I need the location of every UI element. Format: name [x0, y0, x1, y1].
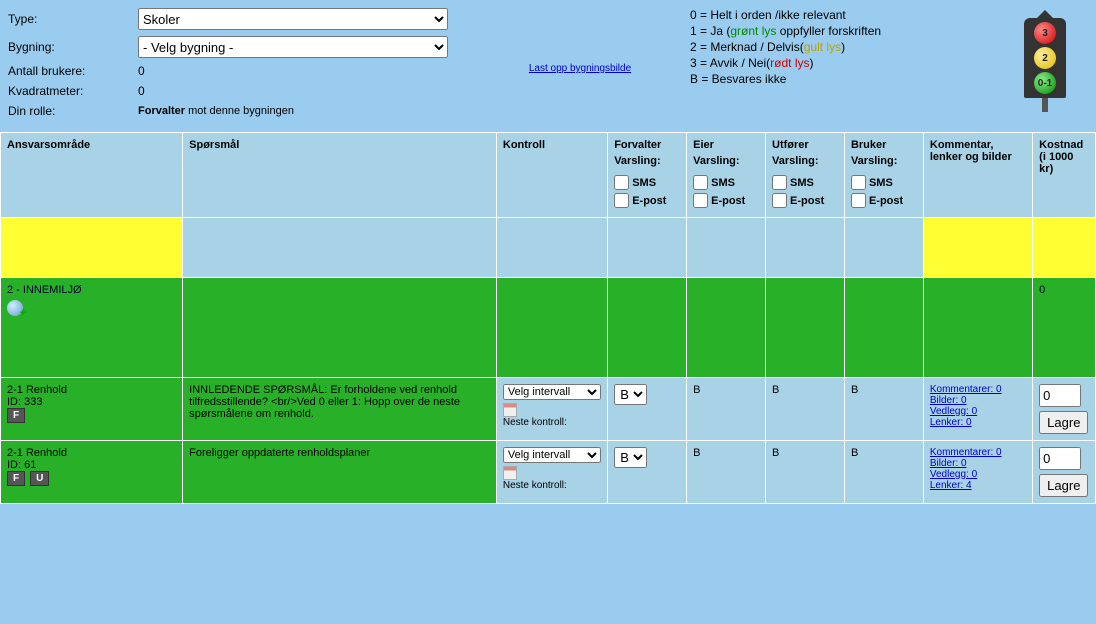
table-row: 2-1 Renhold ID: 333 F INNLEDENDE SPØRSMÅ… — [1, 378, 1096, 441]
row-question: Foreligger oppdaterte renholdsplaner — [183, 441, 497, 504]
bilder-link[interactable]: Bilder: 0 — [930, 395, 1026, 406]
calendar-icon[interactable] — [503, 466, 517, 480]
kvm-value: 0 — [138, 84, 145, 98]
save-button[interactable]: Lagre — [1039, 474, 1088, 497]
cost-input[interactable] — [1039, 447, 1081, 470]
utforer-epost-checkbox[interactable] — [772, 193, 787, 208]
header-kontroll: Kontroll — [496, 133, 607, 218]
forvalter-epost-checkbox[interactable] — [614, 193, 629, 208]
eier-epost-checkbox[interactable] — [693, 193, 708, 208]
section-cost: 0 — [1033, 278, 1096, 378]
header-kommentar: Kommentar, lenker og bilder — [923, 133, 1032, 218]
header-ansvar: Ansvarsområde — [1, 133, 183, 218]
rolle-value: Forvalter mot denne bygningen — [138, 105, 294, 117]
calendar-icon[interactable] — [503, 403, 517, 417]
antall-value: 0 — [138, 64, 145, 78]
badge-u: U — [30, 471, 49, 486]
bruker-value: B — [851, 384, 858, 396]
header-utforer: Utfører Varsling: SMS E-post — [766, 133, 845, 218]
eier-value: B — [693, 384, 700, 396]
main-table: Ansvarsområde Spørsmål Kontroll Forvalte… — [0, 132, 1096, 504]
row-title: 2-1 Renhold — [7, 384, 176, 396]
badge-f: F — [7, 471, 25, 486]
header-kostnad: Kostnad (i 1000 kr) — [1033, 133, 1096, 218]
bygning-select[interactable]: - Velg bygning - — [138, 36, 448, 58]
antall-label: Antall brukere: — [8, 64, 138, 78]
neste-label: Neste kontroll: — [503, 480, 601, 491]
cost-input[interactable] — [1039, 384, 1081, 407]
neste-label: Neste kontroll: — [503, 417, 601, 428]
row-id: ID: 61 — [7, 459, 176, 471]
badge-f: F — [7, 408, 25, 423]
eier-sms-checkbox[interactable] — [693, 175, 708, 190]
utforer-value: B — [772, 384, 779, 396]
row-question: INNLEDENDE SPØRSMÅL: Er forholdene ved r… — [183, 378, 497, 441]
legend-panel: 0 = Helt i orden /ikke relevant 1 = Ja (… — [680, 0, 1096, 132]
forvalter-answer-select[interactable]: B — [614, 447, 647, 468]
bilder-link[interactable]: Bilder: 0 — [930, 458, 1026, 469]
add-globe-icon[interactable] — [7, 300, 23, 316]
save-button[interactable]: Lagre — [1039, 411, 1088, 434]
forvalter-answer-select[interactable]: B — [614, 384, 647, 405]
header-bruker: Bruker Varsling: SMS E-post — [844, 133, 923, 218]
kvm-label: Kvadratmeter: — [8, 84, 138, 98]
utforer-value: B — [772, 447, 779, 459]
interval-select[interactable]: Velg intervall — [503, 384, 601, 400]
traffic-light-icon: 3 2 0-1 — [1024, 10, 1066, 112]
bruker-value: B — [851, 447, 858, 459]
separator-row — [1, 218, 1096, 278]
header-forvalter: Forvalter Varsling: SMS E-post — [608, 133, 687, 218]
header-eier: Eier Varsling: SMS E-post — [687, 133, 766, 218]
bruker-sms-checkbox[interactable] — [851, 175, 866, 190]
section-row: 2 - INNEMILJØ 0 — [1, 278, 1096, 378]
upload-image-link[interactable]: Last opp bygningsbilde — [529, 63, 631, 74]
lenker-link[interactable]: Lenker: 0 — [930, 417, 1026, 428]
forvalter-sms-checkbox[interactable] — [614, 175, 629, 190]
kommentarer-link[interactable]: Kommentarer: 0 — [930, 384, 1026, 395]
eier-value: B — [693, 447, 700, 459]
row-id: ID: 333 — [7, 396, 176, 408]
table-row: 2-1 Renhold ID: 61 F U Foreligger oppdat… — [1, 441, 1096, 504]
interval-select[interactable]: Velg intervall — [503, 447, 601, 463]
kommentarer-link[interactable]: Kommentarer: 0 — [930, 447, 1026, 458]
rolle-label: Din rolle: — [8, 104, 138, 118]
row-title: 2-1 Renhold — [7, 447, 176, 459]
bruker-epost-checkbox[interactable] — [851, 193, 866, 208]
vedlegg-link[interactable]: Vedlegg: 0 — [930, 469, 1026, 480]
utforer-sms-checkbox[interactable] — [772, 175, 787, 190]
bygning-label: Bygning: — [8, 40, 138, 54]
lenker-link[interactable]: Lenker: 4 — [930, 480, 1026, 491]
vedlegg-link[interactable]: Vedlegg: 0 — [930, 406, 1026, 417]
type-label: Type: — [8, 12, 138, 26]
header-spor: Spørsmål — [183, 133, 497, 218]
form-panel: Type: Skoler Bygning: - Velg bygning - A… — [0, 0, 480, 132]
type-select[interactable]: Skoler — [138, 8, 448, 30]
section-title: 2 - INNEMILJØ — [7, 284, 176, 296]
